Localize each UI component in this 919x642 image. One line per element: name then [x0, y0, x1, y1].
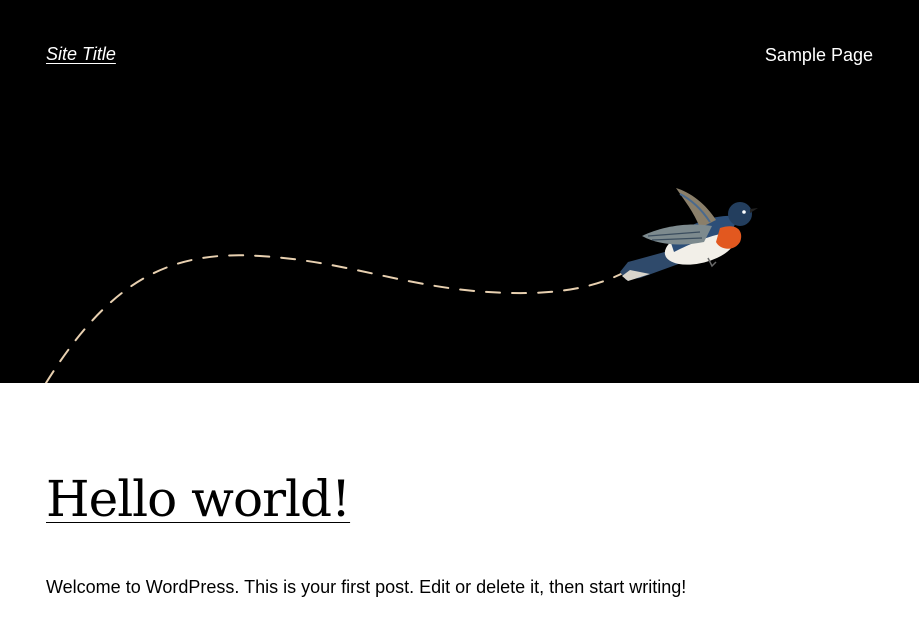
post-title-link[interactable]: Hello world!: [46, 470, 351, 528]
flight-path: [45, 254, 626, 383]
post-excerpt: Welcome to WordPress. This is your first…: [46, 577, 687, 597]
bird-flight-illustration: [45, 188, 758, 383]
bird-icon: [620, 188, 758, 281]
